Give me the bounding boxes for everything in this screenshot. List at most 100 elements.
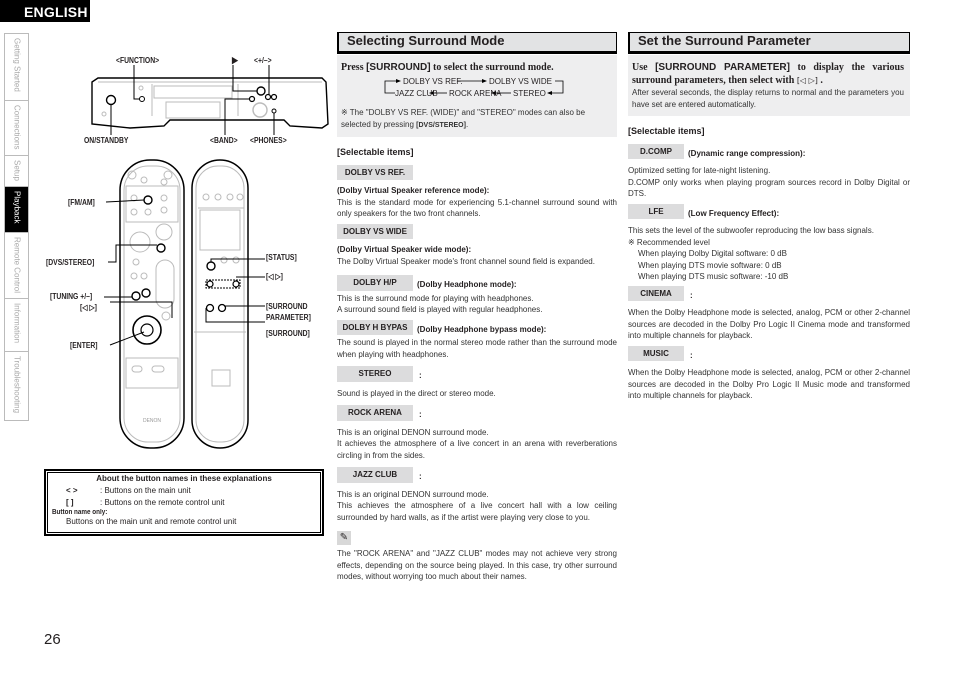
label-on-standby-button: ON/STANDBY [84, 136, 129, 145]
param-item-cinema: CINEMA: [628, 285, 910, 301]
mode-item-dolby-vs-wide: DOLBY VS WIDE [337, 223, 617, 239]
mode-tag: JAZZ CLUB [337, 467, 413, 483]
legend-row: [ ]: Buttons on the remote control unit [66, 498, 225, 507]
label-phones-jack: <PHONES> [250, 136, 287, 145]
mode-item-dolby-hp: DOLBY H/P (Dolby Headphone mode): [337, 275, 617, 291]
param-item-music: MUSIC: [628, 345, 910, 361]
remote-control-back-illustration [191, 159, 249, 449]
legend-desc: Buttons on the main unit and remote cont… [66, 517, 237, 526]
device-diagram: DENON <FUNCTION> ▶ <+/–> ON/STANDBY <BAN… [40, 40, 330, 460]
label-enter-button: [ENTER] [70, 341, 98, 350]
param-tag: D.COMP [628, 143, 684, 159]
mode-description: This is the standard mode for experienci… [337, 197, 617, 219]
instruction-box: Use [SURROUND PARAMETER] to display the … [628, 55, 910, 116]
recommended-level-item: When playing Dolby Digital software: 0 d… [638, 249, 787, 258]
param-subtitle: (Low Frequency Effect): [688, 208, 780, 218]
label-cursor-buttons: [◁ ▷] [80, 303, 97, 312]
surround-parameter-button-ref: [SURROUND PARAMETER] [655, 62, 790, 73]
mode-description: This is an original DENON surround mode. [337, 489, 489, 499]
label-function-button: <FUNCTION> [116, 56, 160, 65]
mode-description: This achieves the atmosphere of a live c… [337, 501, 617, 522]
mode-description: The Dolby Virtual Speaker mode's front c… [337, 256, 595, 266]
label-band-button: <BAND> [210, 136, 238, 145]
cycle-rock-arena: ROCK ARENA [449, 89, 502, 98]
cycle-jazz-club: JAZZ CLUB [395, 89, 438, 98]
mode-subtitle: (Dolby Headphone mode): [417, 280, 517, 289]
remote-control-front-illustration [119, 159, 185, 449]
instruction-box: Press [SURROUND] to select the surround … [337, 55, 617, 137]
cycle-dolby-vs-wide: DOLBY VS WIDE [489, 77, 552, 86]
mode-tag: STEREO [337, 366, 413, 382]
param-tag: MUSIC [628, 345, 684, 361]
nav-troubleshooting[interactable]: Troubleshooting [5, 352, 28, 420]
tip-note: The "ROCK ARENA" and "JAZZ CLUB" modes m… [337, 549, 617, 581]
section-nav: Getting Started Connections Setup Playba… [4, 33, 29, 421]
device-illustration: DENON [91, 65, 329, 449]
param-description: This sets the level of the subwoofer rep… [628, 226, 874, 235]
mode-description: Sound is played in the direct or stereo … [337, 388, 496, 398]
mode-description: This is an original DENON surround mode. [337, 427, 489, 437]
selectable-items-heading: [Selectable items] [628, 126, 705, 136]
instruction-line: Press [SURROUND] to select the surround … [341, 62, 554, 73]
mode-description: A surround sound field is played with re… [337, 305, 543, 314]
set-surround-parameter-section: Set the Surround Parameter Use [SURROUND… [628, 32, 910, 402]
param-description: D.COMP only works when playing program s… [628, 177, 910, 199]
page-number: 26 [44, 631, 61, 648]
recommended-level-item: When playing DTS movie software: 0 dB [638, 260, 782, 270]
label-fm-am-button: [FM/AM] [68, 198, 95, 207]
label-cursor-buttons-2: [◁ ▷] [266, 272, 283, 281]
param-description: When the Dolby Headphone mode is selecte… [628, 368, 910, 400]
param-subtitle: (Dynamic range compression): [688, 148, 806, 158]
label-status-button: [STATUS] [266, 253, 297, 262]
mode-tag: DOLBY H/P [337, 275, 413, 291]
selecting-surround-mode-section: Selecting Surround Mode Press [SURROUND]… [337, 32, 617, 583]
label-tuning-button: [TUNING +/–] [50, 292, 93, 301]
mode-tag: DOLBY VS WIDE [337, 223, 413, 239]
legend-subhead: Button name only: [52, 509, 108, 516]
mode-item-dolby-h-bypass: DOLBY H BYPAS (Dolby Headphone bypass mod… [337, 319, 617, 335]
mode-subtitle: (Dolby Virtual Speaker reference mode): [337, 186, 490, 195]
recommended-level-item: When playing DTS music software: -10 dB [638, 272, 789, 281]
main-unit-illustration [91, 77, 329, 129]
instruction-line: Use [SURROUND PARAMETER] to display the … [632, 62, 905, 86]
nav-information[interactable]: Information [5, 299, 28, 352]
mode-subtitle: (Dolby Headphone bypass mode): [417, 324, 547, 334]
remote-brand-logo: DENON [143, 418, 161, 424]
mode-description: The sound is played in the normal stereo… [337, 338, 617, 359]
mode-tag: DOLBY VS REF. [337, 164, 413, 180]
section-heading: Selecting Surround Mode [337, 32, 617, 54]
param-item-dcomp: D.COMP (Dynamic range compression): [628, 143, 910, 159]
nav-playback[interactable]: Playback [5, 187, 28, 233]
button-name-legend: About the button names in these explanat… [44, 469, 324, 536]
mode-description: This is the surround mode for playing wi… [337, 293, 534, 303]
mode-tag: DOLBY H BYPAS [337, 319, 413, 335]
nav-setup[interactable]: Setup [5, 156, 28, 187]
cursor-button-ref: [◁ ▷] [796, 76, 818, 85]
instruction-detail: After several seconds, the display retur… [632, 88, 904, 109]
label-dvs-stereo-button: [DVS/STEREO] [46, 258, 95, 267]
selectable-items-heading: [Selectable items] [337, 147, 414, 157]
recommended-level-heading: ※ Recommended level [628, 237, 710, 247]
param-tag: LFE [628, 203, 684, 219]
section-heading: Set the Surround Parameter [628, 32, 910, 54]
label-play-button: ▶ [232, 55, 238, 65]
mode-item-jazz-club: JAZZ CLUB: [337, 467, 617, 483]
mode-item-stereo: STEREO: [337, 366, 617, 382]
dvs-stereo-note: ※ The "DOLBY VS REF. (WIDE)" and "STEREO… [341, 108, 586, 129]
param-description: When the Dolby Headphone mode is selecte… [628, 308, 910, 340]
language-tab[interactable]: ENGLISH [0, 0, 90, 22]
cycle-stereo: STEREO [513, 89, 546, 98]
legend-title: About the button names in these explanat… [96, 474, 272, 483]
nav-remote-control[interactable]: Remote Control [5, 233, 28, 299]
mode-subtitle: (Dolby Virtual Speaker wide mode): [337, 245, 472, 254]
mode-item-dolby-vs-ref: DOLBY VS REF. [337, 164, 617, 180]
legend-row: < >: Buttons on the main unit [66, 486, 191, 495]
pencil-icon: ✎ [337, 531, 351, 545]
param-description: Optimized setting for late-night listeni… [628, 166, 771, 175]
param-tag: CINEMA [628, 285, 684, 301]
cycle-dolby-vs-ref: DOLBY VS REF. [403, 77, 463, 86]
nav-getting-started[interactable]: Getting Started [5, 34, 28, 101]
label-surround-parameter-button: [SURROUND [266, 302, 308, 311]
label-surround-parameter-button-2: PARAMETER] [266, 313, 311, 322]
nav-connections[interactable]: Connections [5, 101, 28, 156]
